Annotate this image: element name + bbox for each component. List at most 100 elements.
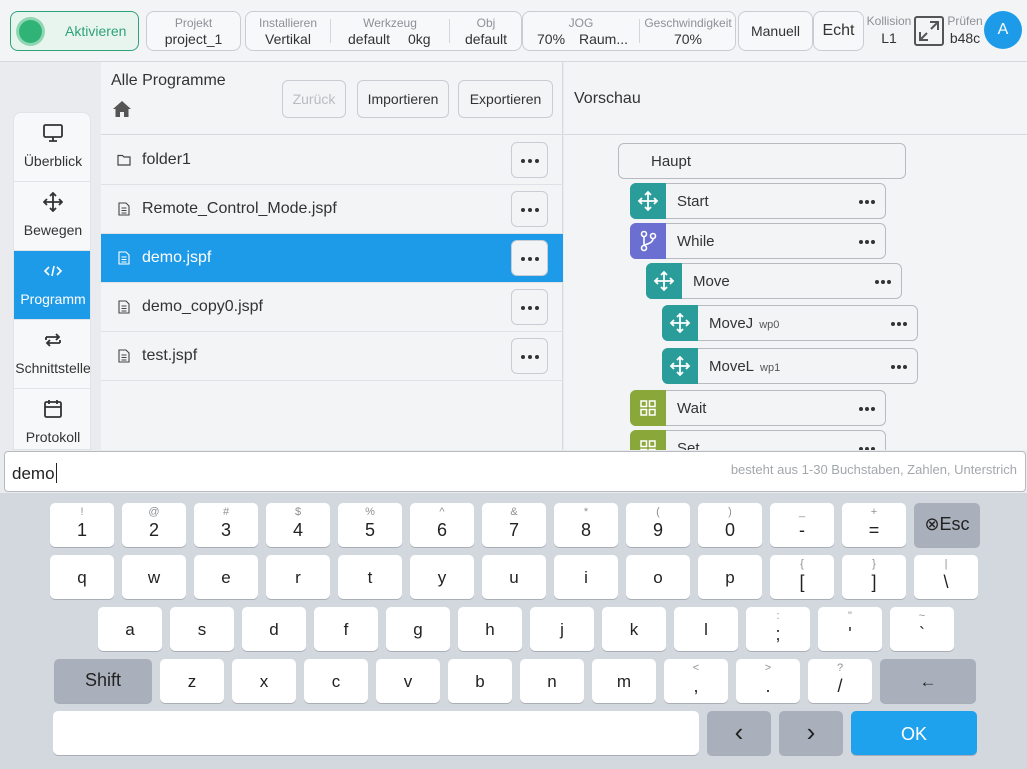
tree-node-while[interactable]: While	[630, 223, 886, 259]
key[interactable]: m	[592, 659, 656, 703]
nav-item-log[interactable]: Protokoll	[14, 389, 90, 449]
key[interactable]: ~ `	[890, 607, 954, 651]
install-tool-obj-group[interactable]: Installieren Vertikal Werkzeug default 0…	[245, 11, 522, 51]
key[interactable]: w	[122, 555, 186, 599]
tree-node-movel[interactable]: MoveL wp1	[662, 348, 918, 384]
tree-node-main[interactable]: Haupt	[618, 143, 906, 179]
shift-key[interactable]: Shift	[54, 659, 152, 703]
key[interactable]: g	[386, 607, 450, 651]
more-icon[interactable]	[859, 407, 875, 411]
key[interactable]: >.	[736, 659, 800, 703]
key[interactable]: u	[482, 555, 546, 599]
key[interactable]: | \	[914, 555, 978, 599]
tree-node-movej[interactable]: MoveJ wp0	[662, 305, 918, 341]
more-icon[interactable]	[859, 447, 875, 450]
file-row-remote-control[interactable]: Remote_Control_Mode.jspf	[101, 185, 563, 234]
key[interactable]: v	[376, 659, 440, 703]
key[interactable]: * 8	[554, 503, 618, 547]
activate-button[interactable]: Aktivieren	[10, 11, 139, 51]
key[interactable]: s	[170, 607, 234, 651]
program-name-input[interactable]: demo besteht aus 1-30 Buchstaben, Zahlen…	[4, 451, 1026, 492]
project-label: Projekt	[174, 16, 213, 30]
key[interactable]: z	[160, 659, 224, 703]
backspace-key[interactable]: ←	[880, 659, 976, 703]
export-button[interactable]: Exportieren	[458, 80, 553, 118]
key[interactable]: n	[520, 659, 584, 703]
more-options-button[interactable]	[511, 338, 548, 374]
key[interactable]: & 7	[482, 503, 546, 547]
jog-speed-group[interactable]: JOG 70% Raum... Geschwindigkeit 70%	[522, 11, 736, 51]
key[interactable]: i	[554, 555, 618, 599]
key[interactable]: o	[626, 555, 690, 599]
manual-mode-button[interactable]: Manuell	[738, 11, 813, 51]
key[interactable]: f	[314, 607, 378, 651]
collision-level[interactable]: Kollision L1	[866, 14, 912, 46]
key[interactable]: }]	[842, 555, 906, 599]
key[interactable]: #3	[194, 503, 258, 547]
key[interactable]: _ -	[770, 503, 834, 547]
project-selector[interactable]: Projekt project_1	[146, 11, 241, 51]
key[interactable]: t	[338, 555, 402, 599]
space-key[interactable]	[53, 711, 699, 755]
key[interactable]: {[	[770, 555, 834, 599]
key[interactable]: q	[50, 555, 114, 599]
tree-node-start[interactable]: Start	[630, 183, 886, 219]
key[interactable]: d	[242, 607, 306, 651]
tree-node-wait[interactable]: Wait	[630, 390, 886, 426]
more-options-button[interactable]	[511, 289, 548, 325]
key[interactable]: p	[698, 555, 762, 599]
key[interactable]: a	[98, 607, 162, 651]
tree-node-set[interactable]: Set	[630, 430, 886, 450]
tree-node-move[interactable]: Move	[646, 263, 902, 299]
import-button[interactable]: Importieren	[357, 80, 449, 118]
esc-key[interactable]: ⊗Esc	[914, 503, 980, 547]
key[interactable]: l	[674, 607, 738, 651]
more-icon[interactable]	[859, 200, 875, 204]
more-options-button[interactable]	[511, 142, 548, 178]
key[interactable]: k	[602, 607, 666, 651]
nav-item-overview[interactable]: Überblick	[14, 113, 90, 182]
nav-item-program[interactable]: Programm	[14, 251, 90, 320]
key[interactable]: r	[266, 555, 330, 599]
key[interactable]: e	[194, 555, 258, 599]
key[interactable]: % 5	[338, 503, 402, 547]
cursor-right-key[interactable]: ›	[779, 711, 843, 755]
cursor-left-key[interactable]: ‹	[707, 711, 771, 755]
key[interactable]: $4	[266, 503, 330, 547]
more-options-button[interactable]	[511, 240, 548, 276]
file-row-demo[interactable]: demo.jspf	[101, 234, 563, 283]
fullscreen-expand-icon[interactable]	[914, 16, 944, 46]
more-icon[interactable]	[891, 322, 907, 326]
back-button[interactable]: Zurück	[282, 80, 346, 118]
key[interactable]: <,	[664, 659, 728, 703]
key[interactable]: @2	[122, 503, 186, 547]
user-avatar[interactable]: A	[984, 11, 1022, 49]
key[interactable]: j	[530, 607, 594, 651]
key[interactable]: " '	[818, 607, 882, 651]
more-options-button[interactable]	[511, 191, 548, 227]
key[interactable]: ^ 6	[410, 503, 474, 547]
nav-item-interface[interactable]: Schnittstelle	[14, 320, 90, 389]
key[interactable]: x	[232, 659, 296, 703]
more-icon[interactable]	[875, 280, 891, 284]
key[interactable]: ? /	[808, 659, 872, 703]
key[interactable]: b	[448, 659, 512, 703]
key[interactable]: y	[410, 555, 474, 599]
nav-item-move[interactable]: Bewegen	[14, 182, 90, 251]
key[interactable]: c	[304, 659, 368, 703]
real-mode-button[interactable]: Echt	[813, 11, 864, 51]
key[interactable]: + =	[842, 503, 906, 547]
file-row-demo-copy0[interactable]: demo_copy0.jspf	[101, 283, 563, 332]
key[interactable]: :;	[746, 607, 810, 651]
ok-key[interactable]: OK	[851, 711, 977, 755]
file-row-test[interactable]: test.jspf	[101, 332, 563, 381]
check-status[interactable]: Prüfen b48c	[947, 14, 983, 46]
key[interactable]: (9	[626, 503, 690, 547]
home-icon[interactable]	[112, 100, 132, 118]
key[interactable]: h	[458, 607, 522, 651]
more-icon[interactable]	[859, 240, 875, 244]
key[interactable]: ) 0	[698, 503, 762, 547]
more-icon[interactable]	[891, 365, 907, 369]
file-row-folder1[interactable]: folder1	[101, 136, 563, 185]
key[interactable]: ! 1	[50, 503, 114, 547]
